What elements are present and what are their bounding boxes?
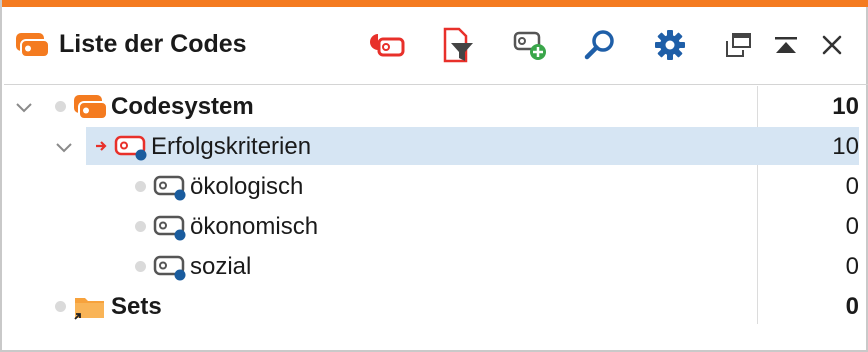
code-gray-icon [153,255,186,281]
code-gray-icon [153,215,186,241]
search-icon [584,30,614,60]
undo-code-icon [370,34,405,57]
collapse-up-icon [775,37,797,53]
status-dot [135,181,146,192]
undo-code-button[interactable] [366,23,410,67]
close-icon [822,35,842,55]
status-dot [55,301,66,312]
sets-folder-icon [74,298,104,320]
tree-label: sozial [190,253,252,280]
code-tree: Codesystem 10 Erfolgskriterien 10 ökolog… [4,86,868,350]
chevron-down-icon[interactable] [12,95,36,119]
search-button[interactable] [578,23,622,67]
tree-row-sets[interactable]: Sets 0 [4,287,868,327]
tree-row-codesystem[interactable]: Codesystem 10 [4,87,868,127]
code-count: 10 [832,133,859,160]
collapse-panel-button[interactable] [764,23,808,67]
code-gray-icon [153,175,186,201]
undock-window-icon [726,33,751,57]
accent-bar [2,0,868,7]
code-count: 0 [845,293,859,320]
status-dot [55,101,66,112]
tree-row-sozial[interactable]: sozial 0 [4,247,868,287]
close-button[interactable] [810,23,854,67]
settings-button[interactable] [648,23,692,67]
tree-row-oekonomisch[interactable]: ökonomisch 0 [4,207,868,247]
code-count: 0 [845,173,859,200]
filter-documents-button[interactable] [436,23,480,67]
undock-window-button[interactable] [716,23,760,67]
chevron-down-icon[interactable] [52,135,76,159]
tree-label: Sets [111,293,162,320]
status-dot [135,221,146,232]
code-count: 0 [845,213,859,240]
new-code-icon [513,31,546,60]
tree-row-erfolgskriterien[interactable]: Erfolgskriterien 10 [4,127,868,167]
tree-label: ökologisch [190,173,304,200]
status-dot [135,261,146,272]
tree-row-oekologisch[interactable]: ökologisch 0 [4,167,868,207]
tree-label: Codesystem [111,93,254,120]
codesystem-icon [74,95,108,120]
code-count: 10 [832,93,859,120]
tree-label: ökonomisch [190,213,319,240]
filter-document-icon [443,27,473,63]
new-code-button[interactable] [508,23,552,67]
panel-title: Liste der Codes [59,30,247,58]
code-red-icon [114,135,147,161]
settings-gear-icon [655,30,685,60]
panel-header: Liste der Codes [4,7,868,85]
code-count: 0 [845,253,859,280]
code-list-panel: Liste der Codes Codesystem 10 Erfolgskri… [0,0,868,352]
tree-label: Erfolgskriterien [151,133,312,160]
code-tag-orange-icon [16,33,50,58]
arrow-right-icon [96,141,107,151]
